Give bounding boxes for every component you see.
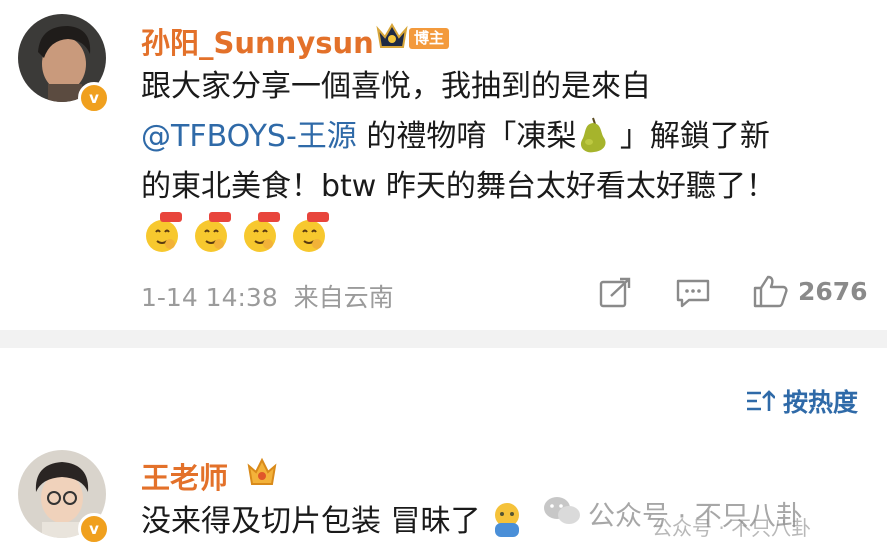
repost-icon[interactable]: [598, 277, 632, 309]
crown-icon: [375, 21, 409, 51]
watermark-text-secondary: 公众号 · 不只八卦: [652, 516, 812, 540]
post-text-line-3: 的東北美食！btw 昨天的舞台太好看太好聽了！: [141, 169, 776, 204]
fan-badge-icon: [245, 456, 279, 488]
wechat-logo-icon: [542, 494, 582, 528]
author-badge: 博主: [409, 27, 450, 49]
like-count: 2676: [798, 276, 868, 306]
comment-text: 没来得及切片包装 冒昧了: [141, 495, 527, 549]
post-source: 来自云南: [293, 283, 394, 312]
embarrassed-emoji-icon: [487, 499, 527, 539]
666-emoji-icon: [244, 212, 280, 252]
post-text-segment: 」解鎖了新: [610, 119, 770, 154]
mention-link[interactable]: @TFBOYS-王源: [141, 119, 357, 154]
sort-label: 按热度: [783, 388, 859, 417]
666-emoji-icon: [195, 212, 231, 252]
emoji-row: [140, 210, 331, 254]
comment-author-name[interactable]: 王老师: [141, 455, 228, 497]
post-text-line-1: 跟大家分享一個喜悅，我抽到的是來自: [141, 69, 651, 104]
sort-by-hot-button[interactable]: 按热度: [745, 383, 858, 419]
thumbs-up-icon: [753, 275, 788, 308]
section-divider: [0, 330, 887, 348]
666-emoji-icon: [293, 212, 329, 252]
sort-icon: [747, 390, 775, 411]
watermark: 公众号 · 不只八卦 公众号 · 不只八卦: [532, 488, 887, 548]
post-author-name[interactable]: 孙阳_Sunnysun: [141, 20, 374, 62]
post-text-line-2: @TFBOYS-王源 的禮物唷「凍梨 」解鎖了新: [141, 110, 770, 164]
post-text-segment: 的禮物唷「凍梨: [356, 119, 577, 154]
666-emoji-icon: [146, 212, 182, 252]
verified-badge: v: [78, 513, 110, 545]
pear-emoji-icon: [576, 114, 610, 154]
comment-icon[interactable]: [675, 278, 711, 308]
verified-badge: v: [78, 82, 110, 114]
post-timestamp: 1-14 14:38 来自云南: [141, 283, 394, 312]
like-button[interactable]: 2676: [752, 274, 868, 308]
